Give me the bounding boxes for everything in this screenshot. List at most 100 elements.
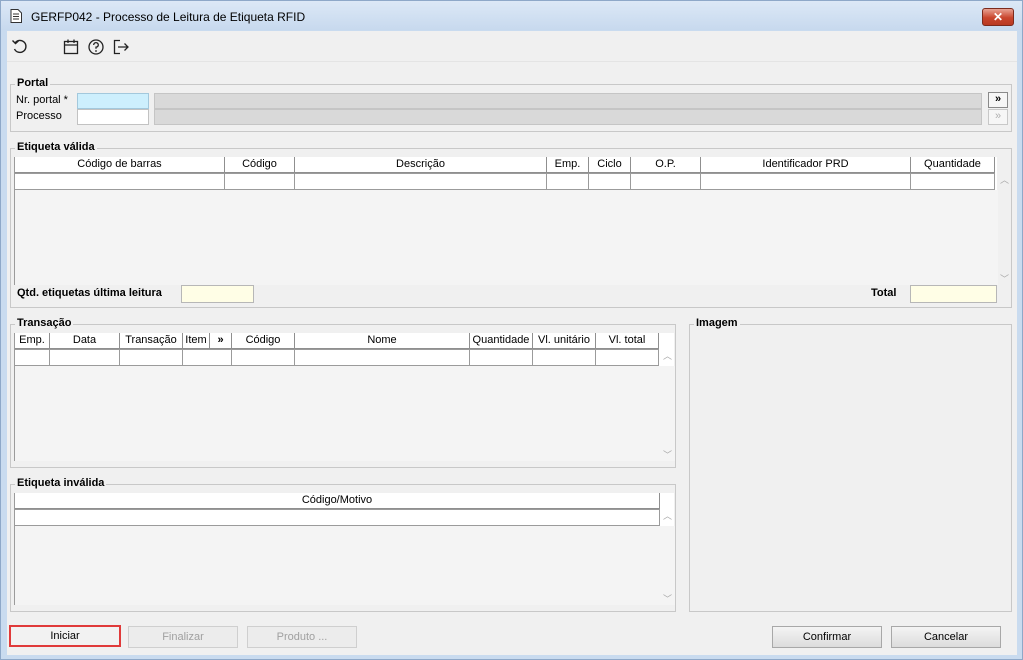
col-emp[interactable]: Emp. bbox=[15, 333, 50, 349]
cell[interactable] bbox=[232, 349, 295, 366]
col-data[interactable]: Data bbox=[50, 333, 120, 349]
cell[interactable] bbox=[911, 173, 995, 190]
etiqueta-valida-group: Etiqueta válida Código de barras Código … bbox=[10, 141, 1012, 308]
cancelar-button-label: Cancelar bbox=[923, 631, 969, 643]
confirmar-button-label: Confirmar bbox=[802, 631, 852, 643]
iniciar-button-label: Iniciar bbox=[50, 630, 80, 642]
nr-portal-description-field bbox=[154, 93, 982, 109]
cell[interactable] bbox=[295, 349, 470, 366]
grid-header: Código/Motivo bbox=[15, 493, 660, 509]
cell[interactable] bbox=[701, 173, 911, 190]
transacao-group: Transação Emp. Data Transação Item » Cód… bbox=[10, 317, 676, 468]
finalizar-button[interactable]: Finalizar bbox=[128, 626, 238, 648]
col-identificador-prd[interactable]: Identificador PRD bbox=[701, 157, 911, 173]
refresh-icon[interactable] bbox=[11, 38, 29, 56]
client-area: Portal Nr. portal * » Processo » Etiquet… bbox=[7, 31, 1017, 655]
table-row[interactable] bbox=[15, 509, 660, 526]
portal-group: Portal Nr. portal * » Processo » bbox=[10, 77, 1012, 132]
cell[interactable] bbox=[15, 173, 225, 190]
etiqueta-invalida-grid[interactable]: Código/Motivo ︿ ﹀ bbox=[14, 493, 675, 605]
cell[interactable] bbox=[533, 349, 596, 366]
grid-empty-area bbox=[15, 190, 998, 285]
produto-button-label: Produto ... bbox=[276, 631, 328, 643]
col-transacao[interactable]: Transação bbox=[120, 333, 183, 349]
close-button[interactable]: ✕ bbox=[982, 8, 1014, 26]
scroll-up-icon[interactable]: ︿ bbox=[663, 349, 672, 362]
iniciar-button[interactable]: Iniciar bbox=[9, 625, 121, 647]
col-item[interactable]: Item bbox=[183, 333, 210, 349]
col-codigo-barras[interactable]: Código de barras bbox=[15, 157, 225, 173]
toolbar bbox=[7, 31, 1017, 61]
processo-lookup-button[interactable]: » bbox=[988, 109, 1008, 125]
confirmar-button[interactable]: Confirmar bbox=[772, 626, 882, 648]
total-field bbox=[910, 285, 997, 303]
scroll-down-icon[interactable]: ﹀ bbox=[1000, 272, 1009, 285]
application-window: GERFP042 - Processo de Leitura de Etique… bbox=[0, 0, 1023, 660]
grid-header: Código de barras Código Descrição Emp. C… bbox=[15, 157, 995, 173]
table-row[interactable] bbox=[15, 349, 659, 366]
transacao-group-label: Transação bbox=[15, 317, 74, 329]
col-descricao[interactable]: Descrição bbox=[295, 157, 547, 173]
cell[interactable] bbox=[589, 173, 631, 190]
cell[interactable] bbox=[631, 173, 701, 190]
qtd-etiquetas-label: Qtd. etiquetas última leitura bbox=[17, 287, 162, 299]
portal-group-label: Portal bbox=[15, 77, 51, 89]
vertical-scrollbar[interactable]: ︿ ﹀ bbox=[661, 509, 675, 605]
col-codigo[interactable]: Código bbox=[232, 333, 295, 349]
scroll-down-icon[interactable]: ﹀ bbox=[663, 448, 672, 461]
col-vl-unitario[interactable]: Vl. unitário bbox=[533, 333, 596, 349]
qtd-etiquetas-field bbox=[181, 285, 254, 303]
title-bar[interactable]: GERFP042 - Processo de Leitura de Etique… bbox=[1, 1, 1022, 30]
col-codigo[interactable]: Código bbox=[225, 157, 295, 173]
table-row[interactable] bbox=[15, 173, 995, 190]
cell[interactable] bbox=[15, 349, 50, 366]
toolbar-separator bbox=[7, 61, 1017, 62]
cell[interactable] bbox=[120, 349, 183, 366]
col-quantidade[interactable]: Quantidade bbox=[470, 333, 533, 349]
cell[interactable] bbox=[15, 509, 660, 526]
cell[interactable] bbox=[295, 173, 547, 190]
scroll-up-icon[interactable]: ︿ bbox=[1000, 173, 1009, 186]
cell[interactable] bbox=[596, 349, 659, 366]
cell[interactable] bbox=[547, 173, 589, 190]
help-icon[interactable] bbox=[87, 38, 105, 56]
imagem-group: Imagem bbox=[689, 317, 1012, 612]
vertical-scrollbar[interactable]: ︿ ﹀ bbox=[661, 349, 675, 461]
document-icon bbox=[10, 9, 22, 23]
col-vl-total[interactable]: Vl. total bbox=[596, 333, 659, 349]
calendar-icon[interactable] bbox=[62, 38, 80, 56]
col-codigo-motivo[interactable]: Código/Motivo bbox=[15, 493, 660, 509]
processo-input[interactable] bbox=[77, 109, 149, 125]
scroll-up-icon[interactable]: ︿ bbox=[663, 509, 672, 522]
finalizar-button-label: Finalizar bbox=[162, 631, 204, 643]
scroll-down-icon[interactable]: ﹀ bbox=[663, 592, 672, 605]
etiqueta-valida-group-label: Etiqueta válida bbox=[15, 141, 97, 153]
nr-portal-input[interactable] bbox=[77, 93, 149, 109]
col-expand-button[interactable]: » bbox=[210, 333, 232, 349]
produto-button[interactable]: Produto ... bbox=[247, 626, 357, 648]
cell[interactable] bbox=[225, 173, 295, 190]
total-label: Total bbox=[871, 287, 897, 299]
processo-description-field bbox=[154, 109, 982, 125]
col-ciclo[interactable]: Ciclo bbox=[589, 157, 631, 173]
grid-header: Emp. Data Transação Item » Código Nome Q… bbox=[15, 333, 659, 349]
cell[interactable] bbox=[50, 349, 120, 366]
col-emp[interactable]: Emp. bbox=[547, 157, 589, 173]
col-quantidade[interactable]: Quantidade bbox=[911, 157, 995, 173]
col-op[interactable]: O.P. bbox=[631, 157, 701, 173]
etiqueta-invalida-group: Etiqueta inválida Código/Motivo ︿ ﹀ bbox=[10, 477, 676, 612]
transacao-grid[interactable]: Emp. Data Transação Item » Código Nome Q… bbox=[14, 333, 675, 461]
vertical-scrollbar[interactable]: ︿ ﹀ bbox=[998, 173, 1012, 285]
window-title: GERFP042 - Processo de Leitura de Etique… bbox=[31, 10, 306, 24]
processo-label: Processo bbox=[16, 110, 62, 122]
col-nome[interactable]: Nome bbox=[295, 333, 470, 349]
portal-lookup-button[interactable]: » bbox=[988, 92, 1008, 108]
cell[interactable] bbox=[183, 349, 232, 366]
grid-empty-area bbox=[15, 366, 675, 461]
grid-empty-area bbox=[15, 526, 675, 605]
imagem-group-label: Imagem bbox=[694, 317, 740, 329]
cancelar-button[interactable]: Cancelar bbox=[891, 626, 1001, 648]
cell[interactable] bbox=[470, 349, 533, 366]
etiqueta-valida-grid[interactable]: Código de barras Código Descrição Emp. C… bbox=[14, 157, 1009, 285]
exit-icon[interactable] bbox=[112, 38, 130, 56]
